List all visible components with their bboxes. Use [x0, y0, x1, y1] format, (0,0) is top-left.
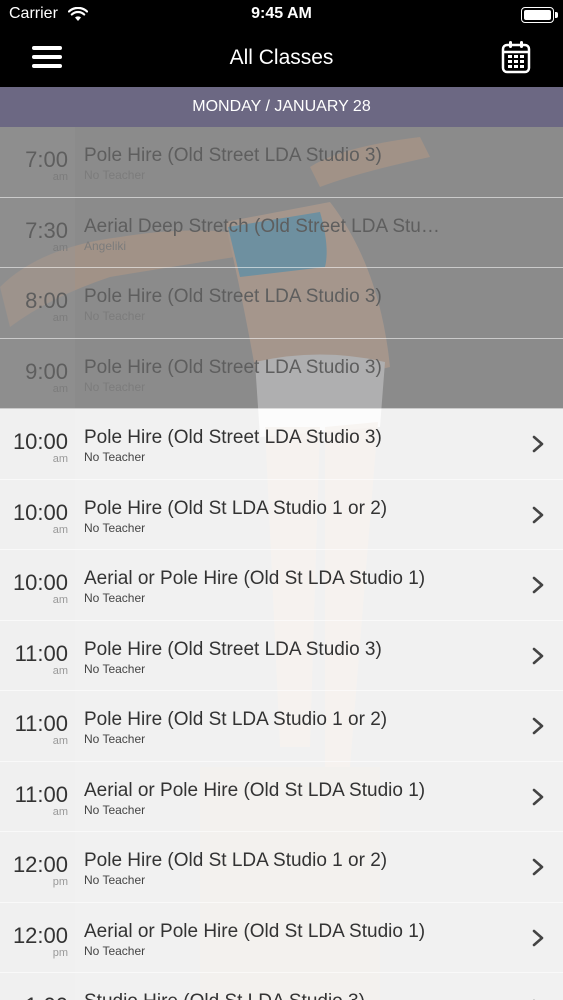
class-teacher: Angeliki — [84, 238, 127, 253]
time-column: 12:00 pm — [0, 902, 75, 972]
class-row[interactable]: 12:00 pm Aerial or Pole Hire (Old St LDA S… — [0, 902, 563, 973]
time-column: 1:00pm — [0, 973, 75, 1000]
class-row[interactable]: 7:30 am Aerial Deep Stretch (Old Street LD… — [0, 197, 563, 268]
class-name: Studio Hire (Old St LDA Studio 3) — [84, 991, 514, 1000]
time-column: 8:00 am — [0, 268, 75, 338]
class-name: Pole Hire (Old St LDA Studio 1 or 2) — [84, 709, 388, 730]
class-row[interactable]: 10:00 am Pole Hire (Old Street LDA Studio … — [0, 409, 563, 480]
time-column: 11:00 am — [0, 691, 75, 761]
class-time: 11:00 — [14, 640, 68, 666]
class-time: 11:00 — [14, 781, 68, 807]
chevron-right-icon[interactable] — [531, 647, 545, 665]
class-name: Pole Hire (Old Street LDA Studio 3) — [84, 638, 382, 660]
class-ampm: am — [52, 594, 68, 606]
class-teacher: No Teacher — [84, 802, 146, 817]
chevron-right-icon[interactable] — [531, 929, 545, 947]
class-row[interactable]: 12:00 pm Pole Hire (Old St LDA Studio 1 or… — [0, 832, 563, 903]
class-teacher: No Teacher — [84, 168, 146, 182]
class-row[interactable]: 10:00 am Aerial or Pole Hire (Old St LDA S… — [0, 550, 563, 621]
class-teacher: No Teacher — [84, 309, 146, 323]
class-name: Pole Hire (Old Street LDA Studio 3) — [84, 356, 382, 378]
class-teacher: No Teacher — [84, 873, 146, 887]
class-row[interactable]: 9:00 am Pole Hire (Old Street LDA Studio 3… — [0, 338, 563, 409]
chevron-right-icon[interactable] — [531, 506, 545, 524]
class-name: Pole Hire (Old Street LDA Studio 3) — [84, 145, 382, 166]
class-time: 7:00 — [25, 147, 68, 172]
class-name: Pole Hire (Old St LDA Studio 1 or 2) — [84, 497, 388, 519]
class-time: 10:00 — [12, 429, 68, 454]
chevron-right-icon[interactable] — [531, 858, 545, 876]
class-time: 8:00 — [25, 288, 68, 313]
class-row[interactable]: 7:00 am Pole Hire (Old Street LDA Studio 3… — [0, 127, 563, 198]
class-time: 9:00 — [25, 358, 68, 384]
status-bar: Carrier 9:45 AM — [0, 0, 563, 30]
status-time: 9:45 AM — [251, 5, 312, 22]
class-time: 11:00 — [14, 711, 68, 736]
class-name: Pole Hire (Old Street LDA Studio 3) — [84, 427, 382, 448]
time-column: 7:30 am — [0, 197, 75, 267]
class-list[interactable]: 7:00 am Pole Hire (Old Street LDA Studio 3… — [0, 127, 563, 1000]
chevron-right-icon[interactable] — [531, 717, 545, 735]
class-ampm: am — [52, 735, 68, 747]
time-column: 10:00 am — [0, 409, 75, 479]
class-name: Aerial Deep Stretch (Old Street LDA Stu… — [84, 215, 440, 237]
class-teacher: No Teacher — [84, 520, 146, 535]
class-ampm: pm — [52, 946, 68, 959]
class-row[interactable]: 11:00 am Pole Hire (Old St LDA Studio 1 or… — [0, 691, 563, 762]
class-time: 7:30 — [25, 217, 68, 243]
class-time: 12:00 — [12, 852, 68, 877]
class-time: 1:00 — [25, 993, 68, 1000]
class-name: Pole Hire (Old Street LDA Studio 3) — [84, 286, 382, 307]
class-name: Aerial or Pole Hire (Old St LDA Studio 1… — [84, 920, 426, 942]
page-title: All Classes — [229, 46, 334, 69]
class-teacher: No Teacher — [84, 943, 146, 958]
class-time: 10:00 — [12, 499, 68, 525]
class-row[interactable]: 8:00 am Pole Hire (Old Street LDA Studio 3… — [0, 268, 563, 339]
class-time: 10:00 — [12, 570, 68, 595]
chevron-right-icon[interactable] — [531, 576, 545, 594]
class-ampm: am — [52, 241, 68, 254]
class-name: Aerial or Pole Hire (Old St LDA Studio 1… — [84, 779, 426, 801]
class-time: 12:00 — [12, 922, 68, 948]
time-column: 7:00 am — [0, 127, 75, 197]
class-ampm: am — [52, 453, 68, 465]
class-row[interactable]: 10:00 am Pole Hire (Old St LDA Studio 1 or… — [0, 479, 563, 550]
chevron-right-icon[interactable] — [531, 788, 545, 806]
class-teacher: No Teacher — [84, 732, 146, 746]
class-teacher: No Teacher — [84, 379, 146, 394]
battery-icon — [521, 7, 554, 23]
class-ampm: am — [52, 664, 68, 677]
time-column: 12:00 pm — [0, 832, 75, 902]
chevron-right-icon[interactable] — [531, 435, 545, 453]
class-row[interactable]: 11:00 am Aerial or Pole Hire (Old St LDA S… — [0, 761, 563, 832]
date-header: MONDAY / JANUARY 28 — [0, 87, 563, 127]
class-row[interactable]: 1:00pmStudio Hire (Old St LDA Studio 3)N… — [0, 973, 563, 1000]
battery-cap — [555, 12, 558, 18]
time-column: 11:00 am — [0, 620, 75, 690]
class-ampm: pm — [52, 876, 68, 888]
time-column: 11:00 am — [0, 761, 75, 831]
time-column: 10:00 am — [0, 550, 75, 620]
class-ampm: am — [52, 523, 68, 536]
class-teacher: No Teacher — [84, 450, 146, 464]
class-ampm: am — [52, 171, 68, 183]
time-column: 10:00 am — [0, 479, 75, 549]
class-ampm: am — [52, 382, 68, 395]
class-ampm: am — [52, 805, 68, 818]
class-name: Aerial or Pole Hire (Old St LDA Studio 1… — [84, 568, 426, 589]
nav-bar: All Classes — [0, 30, 563, 87]
class-name: Pole Hire (Old St LDA Studio 1 or 2) — [84, 850, 388, 871]
class-ampm: am — [52, 312, 68, 324]
class-teacher: No Teacher — [84, 591, 146, 605]
calendar-icon[interactable] — [501, 40, 531, 74]
class-teacher: No Teacher — [84, 661, 146, 676]
time-column: 9:00 am — [0, 338, 75, 408]
class-row[interactable]: 11:00 am Pole Hire (Old Street LDA Studio … — [0, 620, 563, 691]
